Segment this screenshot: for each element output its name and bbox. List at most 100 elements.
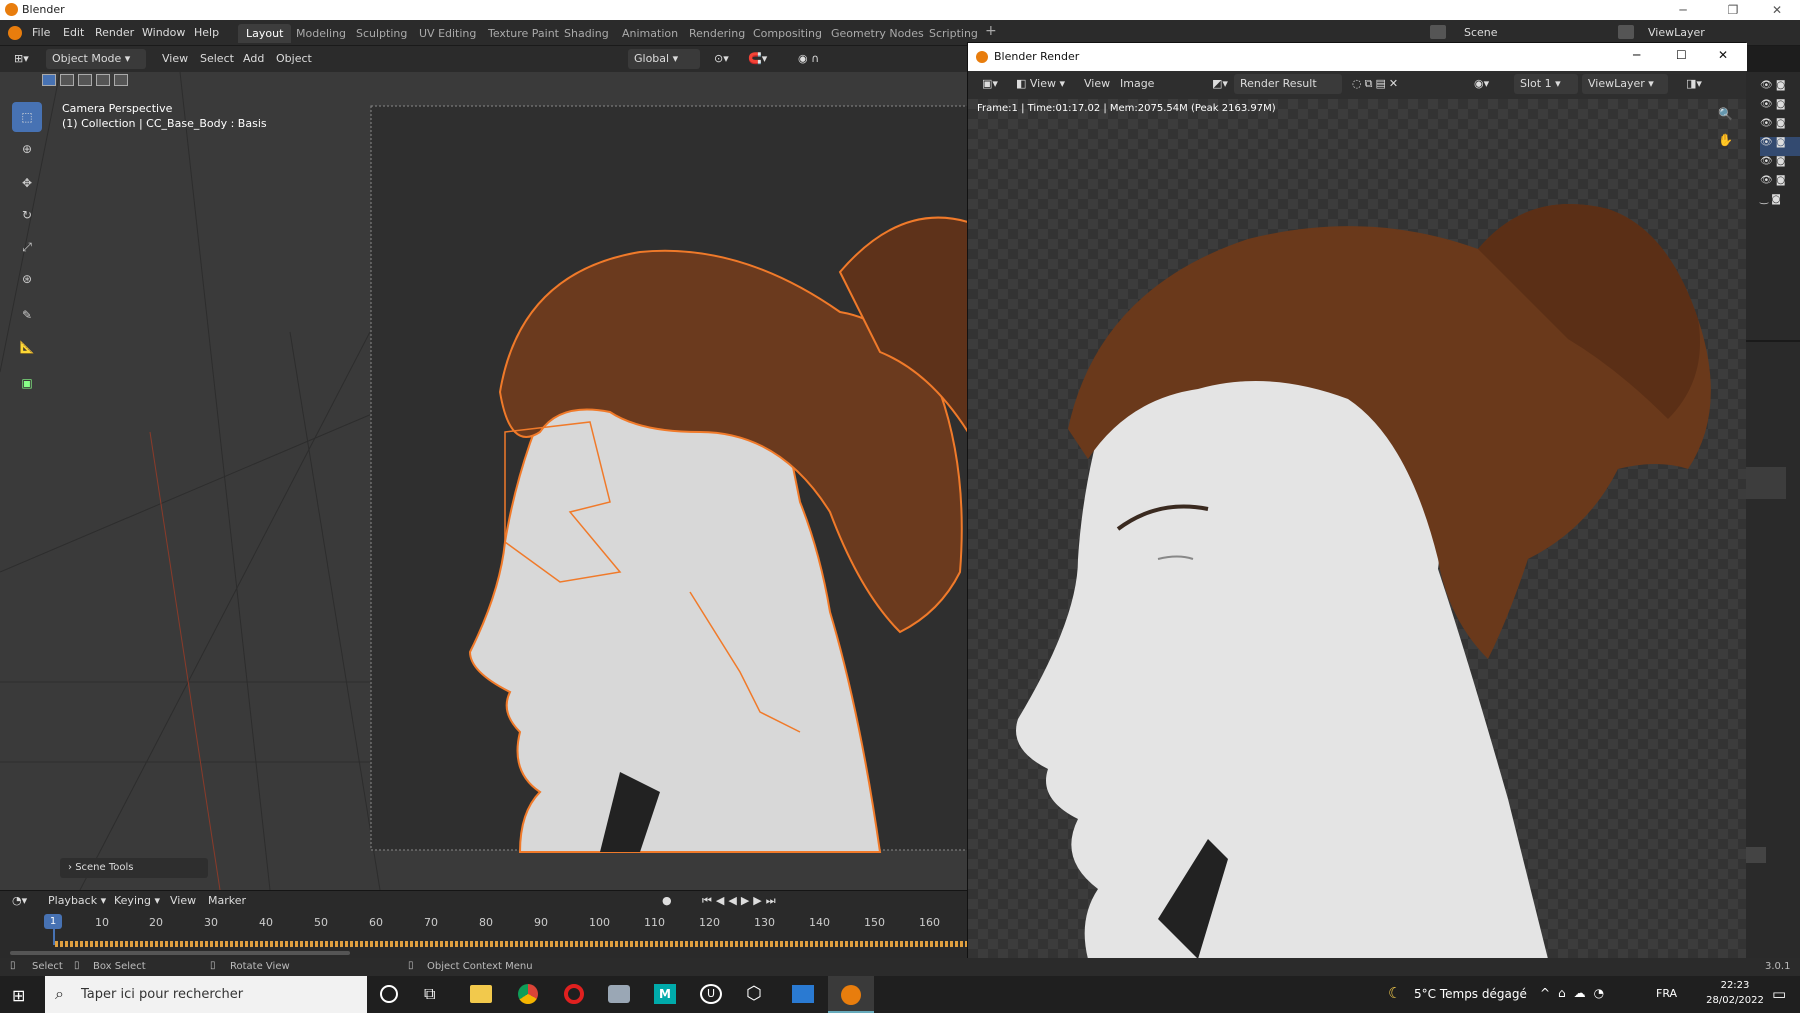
vp-menu-object[interactable]: Object <box>270 49 318 69</box>
editor-type-icon[interactable]: ⊞▾ <box>8 49 36 69</box>
3d-box-icon[interactable]: ⬡ <box>746 983 762 1004</box>
image-browse-icon[interactable]: ◩▾ <box>1206 74 1234 94</box>
add-workspace-icon[interactable]: + <box>985 23 997 39</box>
clock-date[interactable]: 28/02/2022 <box>1700 995 1770 1006</box>
vp-menu-select[interactable]: Select <box>194 49 240 69</box>
weather-text[interactable]: 5°C Temps dégagé <box>1414 987 1527 1001</box>
windows-start-icon[interactable]: ⊞ <box>12 986 30 1005</box>
mode-dropdown[interactable]: Object Mode ▾ <box>46 49 146 69</box>
move-tool-icon[interactable]: ✥ <box>12 168 42 198</box>
add-cube-tool-icon[interactable]: ▣ <box>12 368 42 398</box>
viewlayer-dropdown[interactable]: ViewLayer ▾ <box>1582 74 1668 94</box>
chrome-icon[interactable] <box>518 984 538 1004</box>
menu-help[interactable]: Help <box>194 26 219 39</box>
orientation-dropdown[interactable]: Global ▾ <box>628 49 700 69</box>
task-view-icon[interactable]: ⧉ <box>424 984 435 1004</box>
photos-icon[interactable] <box>792 985 814 1003</box>
language-indicator[interactable]: FRA <box>1656 987 1677 1000</box>
visibility-eye-icon[interactable]: 👁 ◙ <box>1760 156 1800 175</box>
visibility-eye-icon[interactable]: 👁 ◙ <box>1760 80 1800 99</box>
scene-tools-panel[interactable]: › Scene Tools <box>60 858 208 878</box>
tab-geometry-nodes[interactable]: Geometry Nodes <box>823 24 932 43</box>
menu-file[interactable]: File <box>32 26 50 39</box>
viewlayer-icon[interactable] <box>1618 25 1634 39</box>
pan-hand-icon[interactable]: ✋ <box>1718 133 1733 147</box>
tab-animation[interactable]: Animation <box>614 24 686 43</box>
tab-rendering[interactable]: Rendering <box>681 24 753 43</box>
slot-dropdown[interactable]: Slot 1 ▾ <box>1514 74 1578 94</box>
tab-shading[interactable]: Shading <box>556 24 617 43</box>
display-channels-icon[interactable]: ◉▾ <box>1468 74 1495 94</box>
menu-render[interactable]: Render <box>95 26 134 39</box>
playback-controls-icon[interactable]: ⏮◀◀▶▶⏭ <box>696 891 786 911</box>
image-menu-image[interactable]: Image <box>1114 74 1160 94</box>
image-datablock-icons[interactable]: ◌⧉▤✕ <box>1346 74 1407 94</box>
render-pass-icon[interactable]: ◨▾ <box>1680 74 1708 94</box>
timeline-editor-icon[interactable]: ◔▾ <box>6 891 33 911</box>
render-close-button[interactable]: ✕ <box>1718 48 1728 62</box>
visibility-eye-icon[interactable]: 👁 ◙ <box>1760 175 1800 194</box>
select-invert-icon[interactable] <box>96 74 110 86</box>
select-box-tool-icon[interactable]: ⬚ <box>12 102 42 132</box>
scene-selector-icon[interactable] <box>1430 25 1446 39</box>
scene-name[interactable]: Scene <box>1464 26 1498 39</box>
timeline-menu-keying[interactable]: Keying ▾ <box>108 891 166 911</box>
select-new-icon[interactable] <box>42 74 56 86</box>
opera-icon[interactable] <box>564 984 584 1004</box>
timeline-menu-playback[interactable]: Playback ▾ <box>42 891 112 911</box>
image-editor-type-icon[interactable]: ▣▾ <box>976 74 1004 94</box>
render-canvas[interactable]: Frame:1 | Time:01:17.02 | Mem:2075.54M (… <box>968 99 1747 959</box>
tab-sculpting[interactable]: Sculpting <box>348 24 415 43</box>
record-icon[interactable]: ● <box>656 891 678 911</box>
3d-viewport[interactable]: Camera Perspective (1) Collection | CC_B… <box>0 72 968 890</box>
annotate-tool-icon[interactable]: ✎ <box>12 300 42 330</box>
keyframe-strip[interactable] <box>55 941 968 947</box>
visibility-eye-icon[interactable]: 👁 ◙ <box>1760 137 1800 156</box>
blender-taskbar-button[interactable] <box>828 976 874 1013</box>
vp-menu-view[interactable]: View <box>156 49 194 69</box>
tab-modeling[interactable]: Modeling <box>288 24 354 43</box>
render-result-field[interactable]: Render Result <box>1234 74 1342 94</box>
system-tray-icons[interactable]: ^⌂☁◔ <box>1540 986 1612 1000</box>
scale-tool-icon[interactable]: ⤢ <box>12 232 42 262</box>
properties-field[interactable] <box>1746 847 1766 863</box>
tab-compositing[interactable]: Compositing <box>745 24 830 43</box>
restore-button[interactable]: ❐ <box>1710 0 1756 20</box>
cursor-tool-icon[interactable]: ⊕ <box>12 134 42 164</box>
timeline-menu-view[interactable]: View <box>164 891 202 911</box>
minimize-button[interactable]: ─ <box>1660 0 1706 20</box>
blender-menu-icon[interactable] <box>8 26 22 40</box>
tab-texture-paint[interactable]: Texture Paint <box>480 24 567 43</box>
image-view-dropdown[interactable]: ◧ View ▾ <box>1010 74 1071 94</box>
clock-time[interactable]: 22:23 <box>1705 980 1765 991</box>
unreal-icon[interactable]: U <box>700 984 722 1004</box>
maya-icon[interactable]: M <box>654 984 676 1004</box>
select-extend-icon[interactable] <box>60 74 74 86</box>
file-explorer-icon[interactable] <box>470 985 492 1003</box>
render-minimize-button[interactable]: ─ <box>1633 48 1640 62</box>
tab-scripting[interactable]: Scripting <box>921 24 986 43</box>
visibility-eye-icon[interactable]: 👁 ◙ <box>1760 99 1800 118</box>
cortana-icon[interactable] <box>380 985 398 1003</box>
properties-field[interactable] <box>1746 467 1786 499</box>
taskbar-search[interactable]: ⌕ Taper ici pour rechercher <box>45 976 367 1013</box>
menu-edit[interactable]: Edit <box>63 26 84 39</box>
timeline-menu-marker[interactable]: Marker <box>202 891 252 911</box>
notification-icon[interactable]: ▭ <box>1772 985 1786 1003</box>
close-button[interactable]: ✕ <box>1754 0 1800 20</box>
measure-tool-icon[interactable]: 📐 <box>12 332 42 362</box>
snap-icon[interactable]: 🧲▾ <box>742 49 773 69</box>
select-subtract-icon[interactable] <box>78 74 92 86</box>
vp-menu-add[interactable]: Add <box>237 49 270 69</box>
visibility-eye-icon[interactable]: ‿ ◙ <box>1760 194 1800 213</box>
transform-tool-icon[interactable]: ⊛ <box>12 264 42 294</box>
rotate-tool-icon[interactable]: ↻ <box>12 200 42 230</box>
select-intersect-icon[interactable] <box>114 74 128 86</box>
tab-uv-editing[interactable]: UV Editing <box>411 24 484 43</box>
pivot-icon[interactable]: ⊙▾ <box>708 49 735 69</box>
app-icon[interactable] <box>608 985 630 1003</box>
tab-layout[interactable]: Layout <box>238 24 292 43</box>
viewlayer-name[interactable]: ViewLayer <box>1648 26 1705 39</box>
zoom-icon[interactable]: 🔍 <box>1718 107 1733 121</box>
image-menu-view[interactable]: View <box>1078 74 1116 94</box>
